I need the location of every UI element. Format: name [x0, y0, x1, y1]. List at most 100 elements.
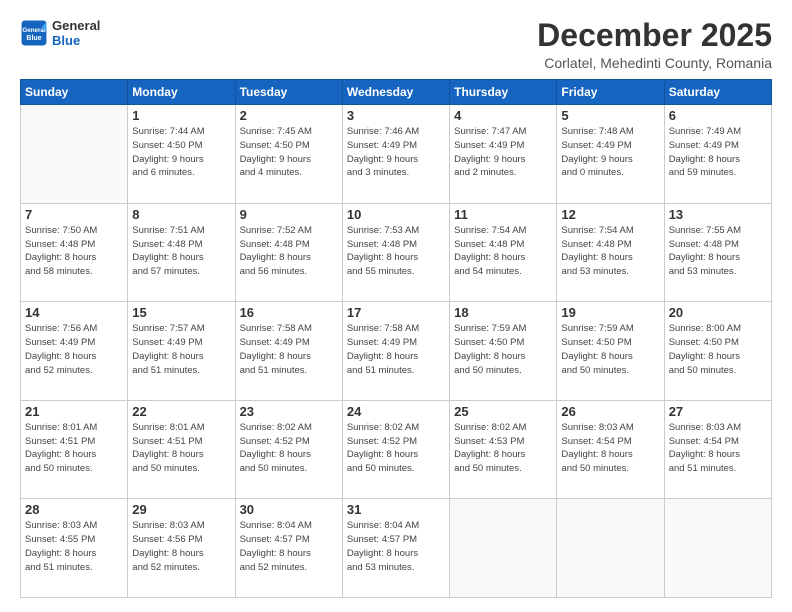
day-number: 24: [347, 404, 445, 419]
day-number: 25: [454, 404, 552, 419]
calendar-week-row: 1 Sunrise: 7:44 AM Sunset: 4:50 PM Daylig…: [21, 105, 772, 204]
svg-text:General: General: [22, 27, 45, 34]
day-info: Sunrise: 8:03 AM Sunset: 4:54 PM Dayligh…: [561, 421, 659, 476]
day-number: 4: [454, 108, 552, 123]
logo-text: General Blue: [52, 18, 100, 48]
day-info: Sunrise: 7:50 AM Sunset: 4:48 PM Dayligh…: [25, 224, 123, 279]
day-info: Sunrise: 7:54 AM Sunset: 4:48 PM Dayligh…: [454, 224, 552, 279]
calendar-cell: 28 Sunrise: 8:03 AM Sunset: 4:55 PM Dayli…: [21, 499, 128, 598]
day-number: 31: [347, 502, 445, 517]
day-number: 5: [561, 108, 659, 123]
calendar-cell: 25 Sunrise: 8:02 AM Sunset: 4:53 PM Dayli…: [450, 400, 557, 499]
calendar-cell: 21 Sunrise: 8:01 AM Sunset: 4:51 PM Dayli…: [21, 400, 128, 499]
day-info: Sunrise: 7:46 AM Sunset: 4:49 PM Dayligh…: [347, 125, 445, 180]
day-info: Sunrise: 8:03 AM Sunset: 4:54 PM Dayligh…: [669, 421, 767, 476]
calendar-cell: 10Sunrise: 7:53 AM Sunset: 4:48 PM Dayli…: [342, 203, 449, 302]
weekday-header: Saturday: [664, 80, 771, 105]
day-info: Sunrise: 8:01 AM Sunset: 4:51 PM Dayligh…: [132, 421, 230, 476]
calendar-cell: 11 Sunrise: 7:54 AM Sunset: 4:48 PM Dayli…: [450, 203, 557, 302]
day-info: Sunrise: 8:02 AM Sunset: 4:53 PM Dayligh…: [454, 421, 552, 476]
calendar-cell: 20 Sunrise: 8:00 AM Sunset: 4:50 PM Dayli…: [664, 302, 771, 401]
day-info: Sunrise: 7:54 AM Sunset: 4:48 PM Dayligh…: [561, 224, 659, 279]
day-number: 11: [454, 207, 552, 222]
weekday-header: Wednesday: [342, 80, 449, 105]
day-info: Sunrise: 8:02 AM Sunset: 4:52 PM Dayligh…: [240, 421, 338, 476]
weekday-header: Sunday: [21, 80, 128, 105]
day-number: 18: [454, 305, 552, 320]
day-info: Sunrise: 7:45 AM Sunset: 4:50 PM Dayligh…: [240, 125, 338, 180]
day-number: 28: [25, 502, 123, 517]
calendar-cell: 13 Sunrise: 7:55 AM Sunset: 4:48 PM Dayli…: [664, 203, 771, 302]
day-number: 19: [561, 305, 659, 320]
day-number: 15: [132, 305, 230, 320]
day-number: 30: [240, 502, 338, 517]
logo-icon: General Blue: [20, 19, 48, 47]
calendar-cell: 4 Sunrise: 7:47 AM Sunset: 4:49 PM Daylig…: [450, 105, 557, 204]
svg-text:Blue: Blue: [26, 35, 41, 42]
day-number: 12: [561, 207, 659, 222]
day-number: 7: [25, 207, 123, 222]
day-number: 3: [347, 108, 445, 123]
calendar-cell: 26 Sunrise: 8:03 AM Sunset: 4:54 PM Dayli…: [557, 400, 664, 499]
day-info: Sunrise: 8:00 AM Sunset: 4:50 PM Dayligh…: [669, 322, 767, 377]
calendar-cell: 27 Sunrise: 8:03 AM Sunset: 4:54 PM Dayli…: [664, 400, 771, 499]
day-number: 26: [561, 404, 659, 419]
calendar-cell: 3 Sunrise: 7:46 AM Sunset: 4:49 PM Daylig…: [342, 105, 449, 204]
title-block: December 2025 Corlatel, Mehedinti County…: [537, 18, 772, 71]
day-number: 6: [669, 108, 767, 123]
day-number: 23: [240, 404, 338, 419]
day-number: 10: [347, 207, 445, 222]
weekday-header: Monday: [128, 80, 235, 105]
day-info: Sunrise: 8:01 AM Sunset: 4:51 PM Dayligh…: [25, 421, 123, 476]
day-number: 27: [669, 404, 767, 419]
month-title: December 2025: [537, 18, 772, 53]
day-number: 9: [240, 207, 338, 222]
calendar-week-row: 14 Sunrise: 7:56 AM Sunset: 4:49 PM Dayli…: [21, 302, 772, 401]
page: General Blue General Blue December 2025 …: [0, 0, 792, 612]
logo: General Blue General Blue: [20, 18, 100, 48]
calendar-cell: 22Sunrise: 8:01 AM Sunset: 4:51 PM Dayli…: [128, 400, 235, 499]
calendar-cell: 15Sunrise: 7:57 AM Sunset: 4:49 PM Dayli…: [128, 302, 235, 401]
day-number: 2: [240, 108, 338, 123]
calendar-cell: 16 Sunrise: 7:58 AM Sunset: 4:49 PM Dayli…: [235, 302, 342, 401]
day-info: Sunrise: 8:03 AM Sunset: 4:55 PM Dayligh…: [25, 519, 123, 574]
calendar-cell: 6Sunrise: 7:49 AM Sunset: 4:49 PM Daylig…: [664, 105, 771, 204]
calendar-cell: 7 Sunrise: 7:50 AM Sunset: 4:48 PM Daylig…: [21, 203, 128, 302]
weekday-header: Thursday: [450, 80, 557, 105]
day-info: Sunrise: 7:52 AM Sunset: 4:48 PM Dayligh…: [240, 224, 338, 279]
day-info: Sunrise: 7:55 AM Sunset: 4:48 PM Dayligh…: [669, 224, 767, 279]
calendar-cell: 5Sunrise: 7:48 AM Sunset: 4:49 PM Daylig…: [557, 105, 664, 204]
day-number: 21: [25, 404, 123, 419]
calendar-cell: [664, 499, 771, 598]
calendar-cell: 17Sunrise: 7:58 AM Sunset: 4:49 PM Dayli…: [342, 302, 449, 401]
calendar-cell: 23 Sunrise: 8:02 AM Sunset: 4:52 PM Dayli…: [235, 400, 342, 499]
day-number: 13: [669, 207, 767, 222]
day-number: 1: [132, 108, 230, 123]
day-info: Sunrise: 7:58 AM Sunset: 4:49 PM Dayligh…: [347, 322, 445, 377]
calendar-cell: 24Sunrise: 8:02 AM Sunset: 4:52 PM Dayli…: [342, 400, 449, 499]
calendar-cell: 2 Sunrise: 7:45 AM Sunset: 4:50 PM Daylig…: [235, 105, 342, 204]
weekday-header: Tuesday: [235, 80, 342, 105]
calendar-week-row: 28 Sunrise: 8:03 AM Sunset: 4:55 PM Dayli…: [21, 499, 772, 598]
calendar-cell: 29Sunrise: 8:03 AM Sunset: 4:56 PM Dayli…: [128, 499, 235, 598]
calendar-week-row: 21 Sunrise: 8:01 AM Sunset: 4:51 PM Dayli…: [21, 400, 772, 499]
day-info: Sunrise: 7:58 AM Sunset: 4:49 PM Dayligh…: [240, 322, 338, 377]
day-info: Sunrise: 7:47 AM Sunset: 4:49 PM Dayligh…: [454, 125, 552, 180]
calendar-cell: 31 Sunrise: 8:04 AM Sunset: 4:57 PM Dayli…: [342, 499, 449, 598]
day-number: 8: [132, 207, 230, 222]
day-info: Sunrise: 8:04 AM Sunset: 4:57 PM Dayligh…: [347, 519, 445, 574]
calendar-cell: 9 Sunrise: 7:52 AM Sunset: 4:48 PM Daylig…: [235, 203, 342, 302]
weekday-header: Friday: [557, 80, 664, 105]
weekday-header-row: SundayMondayTuesdayWednesdayThursdayFrid…: [21, 80, 772, 105]
day-info: Sunrise: 7:44 AM Sunset: 4:50 PM Dayligh…: [132, 125, 230, 180]
day-number: 14: [25, 305, 123, 320]
day-number: 20: [669, 305, 767, 320]
header: General Blue General Blue December 2025 …: [20, 18, 772, 71]
day-info: Sunrise: 7:59 AM Sunset: 4:50 PM Dayligh…: [454, 322, 552, 377]
calendar-cell: 19Sunrise: 7:59 AM Sunset: 4:50 PM Dayli…: [557, 302, 664, 401]
day-number: 16: [240, 305, 338, 320]
location: Corlatel, Mehedinti County, Romania: [537, 55, 772, 71]
calendar-cell: 14 Sunrise: 7:56 AM Sunset: 4:49 PM Dayli…: [21, 302, 128, 401]
day-info: Sunrise: 8:03 AM Sunset: 4:56 PM Dayligh…: [132, 519, 230, 574]
day-info: Sunrise: 7:56 AM Sunset: 4:49 PM Dayligh…: [25, 322, 123, 377]
